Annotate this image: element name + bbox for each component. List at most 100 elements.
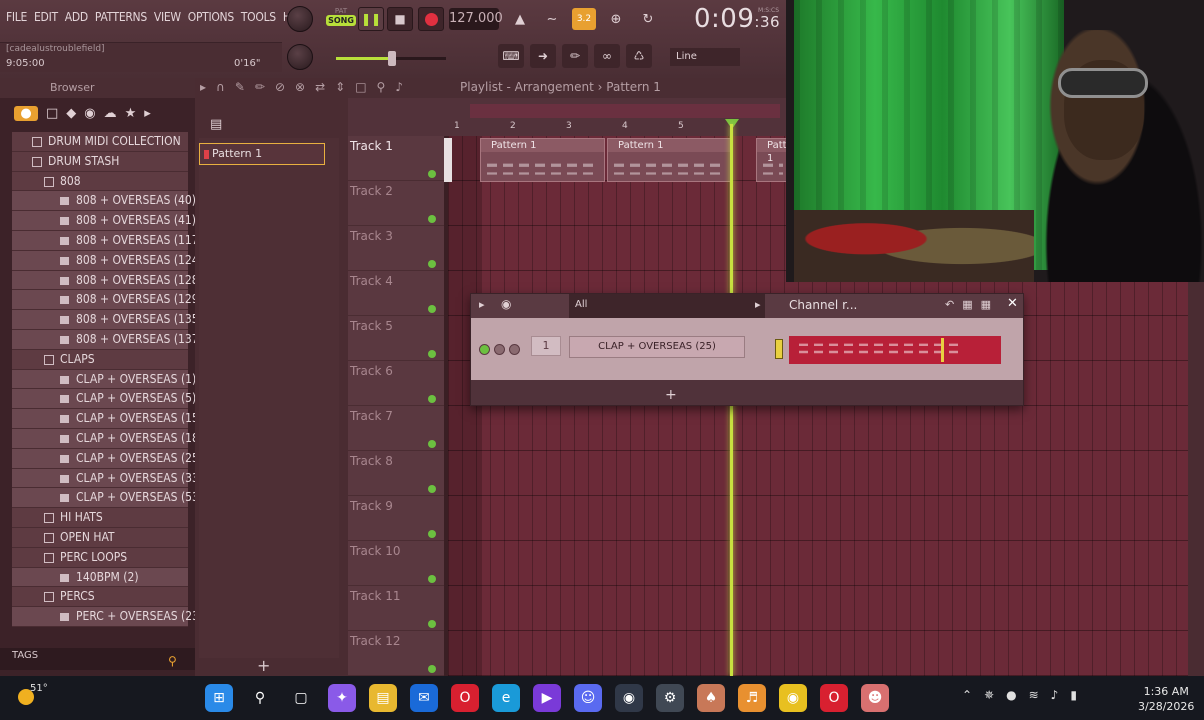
undo-icon[interactable]: ↶ xyxy=(945,298,954,311)
keyboard-icon[interactable]: ⌨ xyxy=(498,44,524,68)
track-mute-led[interactable] xyxy=(428,350,436,358)
browser-cloud-icon[interactable]: ☁ xyxy=(104,106,117,121)
pattern-clip[interactable]: Pattern 1 xyxy=(756,138,803,182)
channel-rack-menu-icon[interactable]: ▸ xyxy=(479,298,485,311)
taskbar-clock[interactable]: 1:36 AM 3/28/2026 xyxy=(1138,684,1194,714)
discord-icon[interactable]: ☺ xyxy=(574,684,602,712)
channel-mixer-track[interactable]: 1 xyxy=(531,336,561,356)
graph-icon[interactable]: ▦ xyxy=(962,298,972,311)
opera-icon[interactable]: O xyxy=(451,684,479,712)
add-channel-icon[interactable]: + xyxy=(665,387,677,403)
browser-file-item[interactable]: CLAP + OVERSEAS (33) xyxy=(12,468,203,489)
channel-volume-knob[interactable] xyxy=(509,344,520,355)
track-mute-led[interactable] xyxy=(428,530,436,538)
browser-folder-item[interactable]: PERC LOOPS xyxy=(12,547,188,568)
browser-file-item[interactable]: 808 + OVERSEAS (129) xyxy=(12,290,203,311)
browser-file-item[interactable]: CLAP + OVERSEAS (53) xyxy=(12,488,203,509)
pattern-selector[interactable]: Pattern 1 xyxy=(199,143,325,165)
browser-folder-item[interactable]: PERCS xyxy=(12,587,188,608)
browser-file-item[interactable]: 808 + OVERSEAS (135) xyxy=(12,310,203,330)
track-header[interactable]: Track 4 xyxy=(348,271,444,316)
tags-search-icon[interactable]: ⚲ xyxy=(168,654,177,668)
pattern-clip[interactable]: Pattern 1 xyxy=(607,138,733,182)
countdown-icon[interactable]: 3.2 xyxy=(572,8,596,30)
browser-file-item[interactable]: CLAP + OVERSEAS (5) xyxy=(12,389,196,410)
search-icon[interactable]: ⚲ xyxy=(246,684,274,712)
browser-file-item[interactable]: 808 + OVERSEAS (128) xyxy=(12,270,203,291)
menu-edit[interactable]: EDIT xyxy=(34,10,58,24)
browser-folder-item[interactable]: OPEN HAT xyxy=(12,527,188,548)
playlist-magnet-icon[interactable]: ∩ xyxy=(216,80,225,94)
browser-file-item[interactable]: CLAP + OVERSEAS (25) xyxy=(12,448,203,469)
playlist-delete-icon[interactable]: ⊘ xyxy=(275,80,285,94)
tempo-display[interactable]: 127.000 xyxy=(449,8,503,30)
browser-folder-item[interactable]: 808 xyxy=(12,171,188,192)
track-mute-led[interactable] xyxy=(428,665,436,673)
master-pitch-knob[interactable] xyxy=(287,44,313,70)
metronome-icon[interactable]: ▲ xyxy=(508,8,532,30)
close-icon[interactable]: ✕ xyxy=(1007,296,1018,311)
browser-file-item[interactable]: CLAP + OVERSEAS (15) xyxy=(12,409,203,429)
pause-button[interactable]: ❚❚ xyxy=(358,7,384,31)
piano-roll-icon[interactable]: ▤ xyxy=(210,117,222,132)
playlist-select-icon[interactable]: □ xyxy=(355,80,366,94)
playlist-mute-icon[interactable]: ⊗ xyxy=(295,80,305,94)
track-header[interactable]: Track 8 xyxy=(348,451,444,496)
battery-icon[interactable]: ▮ xyxy=(1070,688,1077,702)
playlist-pencil-icon[interactable]: ✎ xyxy=(235,80,245,94)
chrome-settings-icon[interactable]: ⚙ xyxy=(656,684,684,712)
browser-folder-item[interactable]: DRUM MIDI COLLECTION xyxy=(12,132,188,152)
playlist-slip-icon[interactable]: ⇄ xyxy=(315,80,325,94)
stamp-icon[interactable]: ♺ xyxy=(626,44,652,68)
channel-filter-select[interactable]: All xyxy=(569,294,765,318)
track-header[interactable]: Track 10 xyxy=(348,541,444,586)
edge-icon[interactable]: e xyxy=(492,684,520,712)
channel-select-led[interactable] xyxy=(775,339,783,359)
menu-tools[interactable]: TOOLS xyxy=(241,10,276,24)
stop-button[interactable]: ■ xyxy=(387,7,413,31)
track-header[interactable]: Track 6 xyxy=(348,361,444,406)
track-mute-led[interactable] xyxy=(428,395,436,403)
track-mute-led[interactable] xyxy=(428,260,436,268)
opera-gx-icon[interactable]: O xyxy=(820,684,848,712)
track-header[interactable]: Track 9 xyxy=(348,496,444,541)
browser-all-icon[interactable]: ● xyxy=(14,105,38,121)
wifi-icon[interactable]: ≋ xyxy=(1029,688,1039,702)
browser-file-item[interactable]: 808 + OVERSEAS (137) xyxy=(12,329,203,350)
browser-file-item[interactable]: CLAP + OVERSEAS (18) xyxy=(12,428,203,449)
record-button[interactable] xyxy=(418,7,444,31)
loop-record-icon[interactable]: ↻ xyxy=(636,8,660,30)
character-icon[interactable]: ☻ xyxy=(861,684,889,712)
camera-icon[interactable]: ◉ xyxy=(615,684,643,712)
track-header[interactable]: Track 11 xyxy=(348,586,444,631)
menu-view[interactable]: VIEW xyxy=(154,10,181,24)
add-pattern-icon[interactable]: + xyxy=(257,656,270,675)
arrow-right-icon[interactable]: ➜ xyxy=(530,44,556,68)
playlist-brush-icon[interactable]: ✏ xyxy=(255,80,265,94)
wait-input-icon[interactable]: ∼ xyxy=(540,8,564,30)
channel-pan-knob[interactable] xyxy=(494,344,505,355)
browser-file-item[interactable]: 808 + OVERSEAS (124) xyxy=(12,250,203,271)
browser-file-item[interactable]: CLAP + OVERSEAS (1) xyxy=(12,369,196,390)
brush-icon[interactable]: ✏ xyxy=(562,44,588,68)
browser-arrow-icon[interactable]: ▸ xyxy=(144,106,151,121)
browser-folder-item[interactable]: DRUM STASH xyxy=(12,151,188,172)
track-header[interactable]: Track 12 xyxy=(348,631,444,676)
track-mute-led[interactable] xyxy=(428,170,436,178)
track-mute-led[interactable] xyxy=(428,620,436,628)
step-edit-icon[interactable]: ⊕ xyxy=(604,8,628,30)
task-view-icon[interactable]: ▢ xyxy=(287,684,315,712)
file-explorer-icon[interactable]: ▤ xyxy=(369,684,397,712)
snap-selector[interactable]: Line xyxy=(670,48,740,66)
browser-file-item[interactable]: 808 + OVERSEAS (117) xyxy=(12,230,203,251)
copilot-icon[interactable]: ✦ xyxy=(328,684,356,712)
menu-add[interactable]: ADD xyxy=(65,10,88,24)
track-header[interactable]: Track 3 xyxy=(348,226,444,271)
volume-icon[interactable]: ♪ xyxy=(1051,688,1059,702)
channel-piano-roll-preview[interactable] xyxy=(789,336,1001,364)
browser-star-icon[interactable]: ★ xyxy=(125,106,137,121)
browser-file-item[interactable]: 808 + OVERSEAS (40) xyxy=(12,191,196,212)
menu-patterns[interactable]: PATTERNS xyxy=(95,10,147,24)
fl-studio-icon[interactable]: ♬ xyxy=(738,684,766,712)
track-mute-led[interactable] xyxy=(428,485,436,493)
